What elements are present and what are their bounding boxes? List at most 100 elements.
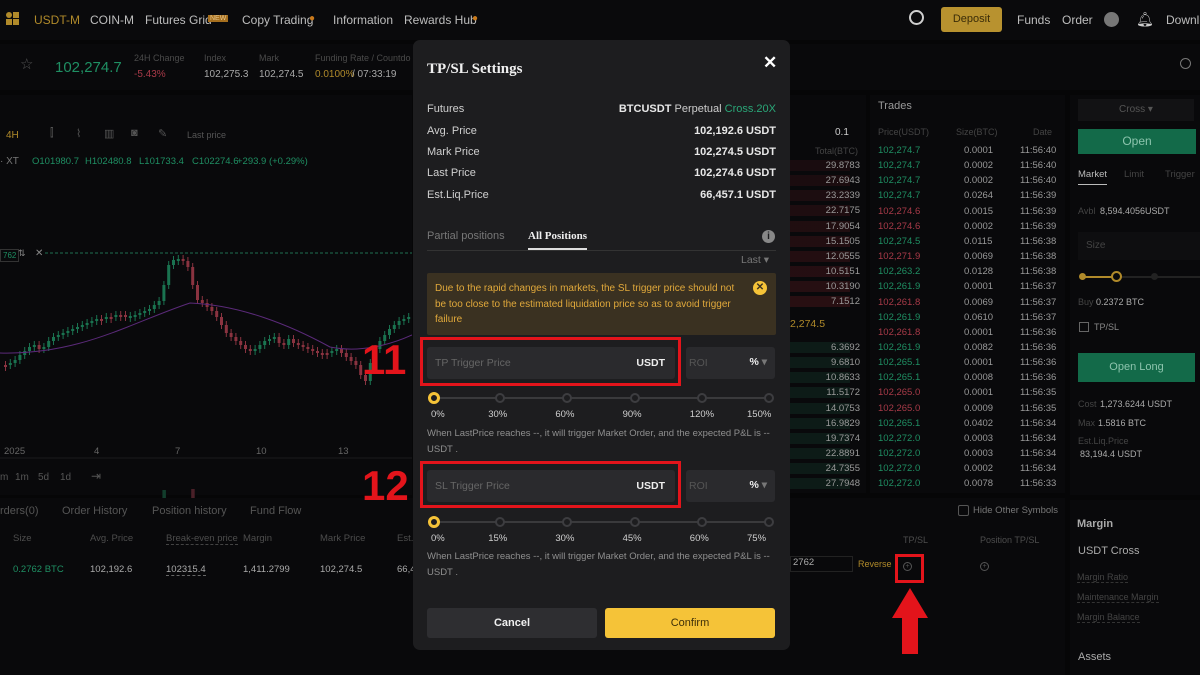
sl-roi-slider[interactable] <box>428 516 774 528</box>
slider-step-dot[interactable] <box>428 516 440 528</box>
trade-size: 0.0001 <box>964 357 994 369</box>
slider-step-dot[interactable] <box>696 517 707 527</box>
slider-step-dot[interactable] <box>495 517 506 527</box>
nav-funds[interactable]: Funds <box>1017 13 1050 27</box>
bid-row[interactable]: 6.3692 <box>790 342 860 353</box>
size-input[interactable]: Size <box>1078 232 1200 260</box>
date-range-icon[interactable]: ⇥ <box>91 469 101 483</box>
hide-other-checkbox[interactable] <box>958 505 969 516</box>
bid-row[interactable]: 22.8891 <box>790 448 860 460</box>
slider-step-dot[interactable] <box>428 392 440 404</box>
info-icon[interactable]: i <box>762 230 775 243</box>
ask-row[interactable]: 17.9054 <box>790 220 860 232</box>
nav-futures-grid[interactable]: Futures Grid <box>145 13 212 27</box>
slider-step-dot[interactable] <box>764 393 774 403</box>
nav-coin-m[interactable]: COIN-M <box>90 13 134 27</box>
indicator-icon[interactable]: ⌇ <box>76 127 81 140</box>
ask-row[interactable]: 29.8783 <box>790 160 860 171</box>
bid-row[interactable]: 19.7374 <box>790 432 860 444</box>
edit-icon[interactable]: ✎ <box>158 127 167 140</box>
close-qty-input[interactable]: 2762 <box>790 556 853 572</box>
nav-information[interactable]: Information <box>333 13 393 27</box>
change-label: 24H Change <box>134 53 185 63</box>
close-icon[interactable]: ✕ <box>763 53 777 73</box>
deposit-button[interactable]: Deposit <box>941 7 1002 32</box>
candle <box>210 307 214 311</box>
tp-roi-input[interactable]: ROI % ▾ <box>686 347 775 379</box>
bid-row[interactable]: 11.5172 <box>790 387 860 399</box>
slider-step-dot[interactable] <box>629 517 640 527</box>
nav-download[interactable]: Downl <box>1166 13 1199 27</box>
ask-row[interactable]: 10.5151 <box>790 266 860 278</box>
slider-step-dot[interactable] <box>495 393 506 403</box>
sl-roi-input[interactable]: ROI % ▾ <box>686 470 775 502</box>
candle <box>47 341 51 347</box>
trades-col-price: Price(USDT) <box>878 127 929 137</box>
price-type-select[interactable]: Last price <box>187 130 226 140</box>
add-position-tpsl-icon[interactable]: + <box>980 562 989 571</box>
ask-row[interactable]: 23.2339 <box>790 190 860 202</box>
interval-4h[interactable]: 4H <box>6 130 19 141</box>
tab-open-orders[interactable]: rders(0) <box>0 505 39 517</box>
margin-mode-select[interactable]: Cross ▾ <box>1078 99 1194 121</box>
ask-row[interactable]: 10.3190 <box>790 281 860 293</box>
range-1d[interactable]: 1d <box>60 472 71 483</box>
range-m[interactable]: m <box>0 472 8 483</box>
open-tab-button[interactable]: Open <box>1078 129 1196 154</box>
range-1m[interactable]: 1m <box>15 472 29 483</box>
ask-row[interactable]: 27.6943 <box>790 175 860 187</box>
avatar[interactable] <box>1104 12 1119 27</box>
search-icon[interactable] <box>909 10 924 25</box>
candle-type-icon[interactable]: ⫿ <box>50 127 54 140</box>
bid-row[interactable]: 16.9829 <box>790 417 860 429</box>
bars-icon[interactable]: ▥ <box>104 127 114 140</box>
slider-step-dot[interactable] <box>764 517 774 527</box>
tab-position-history[interactable]: Position history <box>152 505 227 517</box>
trigger-type-select[interactable]: Last ▾ <box>741 254 769 266</box>
tab-partial-positions[interactable]: Partial positions <box>427 230 505 242</box>
ask-row[interactable]: 22.7175 <box>790 205 860 217</box>
tab-order-history[interactable]: Order History <box>62 505 127 517</box>
bell-icon[interactable]: 🔔︎ <box>1136 11 1154 28</box>
size-slider[interactable] <box>1079 271 1200 282</box>
slider-step-dot[interactable] <box>696 393 707 403</box>
slider-step-dot[interactable] <box>629 393 640 403</box>
reverse-button[interactable]: Reverse <box>858 559 892 569</box>
range-5d[interactable]: 5d <box>38 472 49 483</box>
cancel-button[interactable]: Cancel <box>427 608 597 638</box>
bid-row[interactable]: 24.7355 <box>790 463 860 475</box>
open-long-button[interactable]: Open Long <box>1078 353 1195 382</box>
tab-fund-flow[interactable]: Fund Flow <box>250 505 301 517</box>
col-mark-price: Mark Price <box>320 533 366 544</box>
tab-trigger[interactable]: Trigger <box>1165 169 1195 180</box>
date-axis-4: 4 <box>94 446 100 457</box>
bid-row[interactable]: 9.6810 <box>790 357 860 369</box>
ask-row[interactable]: 12.0555 <box>790 250 860 262</box>
tab-limit[interactable]: Limit <box>1124 169 1144 180</box>
slider-step-dot[interactable] <box>562 517 573 527</box>
ask-row[interactable]: 7.1512 <box>790 296 860 308</box>
slider-step-dot[interactable] <box>562 393 573 403</box>
dismiss-warning-icon[interactable]: ✕ <box>753 281 767 295</box>
nav-usdt-m[interactable]: USDT-M <box>34 13 80 27</box>
favorite-star-icon[interactable]: ☆ <box>20 55 33 73</box>
compass-icon[interactable] <box>1180 58 1191 69</box>
bid-row[interactable]: 27.7948 <box>790 478 860 490</box>
nav-copy-trading[interactable]: Copy Trading <box>242 13 313 27</box>
ask-row[interactable]: 15.1505 <box>790 235 860 247</box>
bid-row[interactable]: 10.8633 <box>790 372 860 384</box>
tab-all-positions[interactable]: All Positions <box>528 230 587 250</box>
sl-roi-unit-select[interactable]: % ▾ <box>749 479 767 491</box>
camera-icon[interactable]: ◙ <box>131 127 138 139</box>
tpsl-checkbox[interactable] <box>1079 322 1089 332</box>
bid-row[interactable]: 14.0753 <box>790 402 860 414</box>
tp-roi-unit-select[interactable]: % ▾ <box>749 356 767 368</box>
tp-roi-slider[interactable] <box>428 392 774 404</box>
apps-icon[interactable] <box>6 12 19 25</box>
nav-rewards-hub[interactable]: Rewards Hub <box>404 13 477 27</box>
tab-market[interactable]: Market <box>1078 169 1108 185</box>
step-select[interactable]: 0.1 <box>835 127 849 138</box>
change-value: -5.43% <box>134 69 166 80</box>
nav-order[interactable]: Order <box>1062 13 1093 27</box>
confirm-button[interactable]: Confirm <box>605 608 775 638</box>
